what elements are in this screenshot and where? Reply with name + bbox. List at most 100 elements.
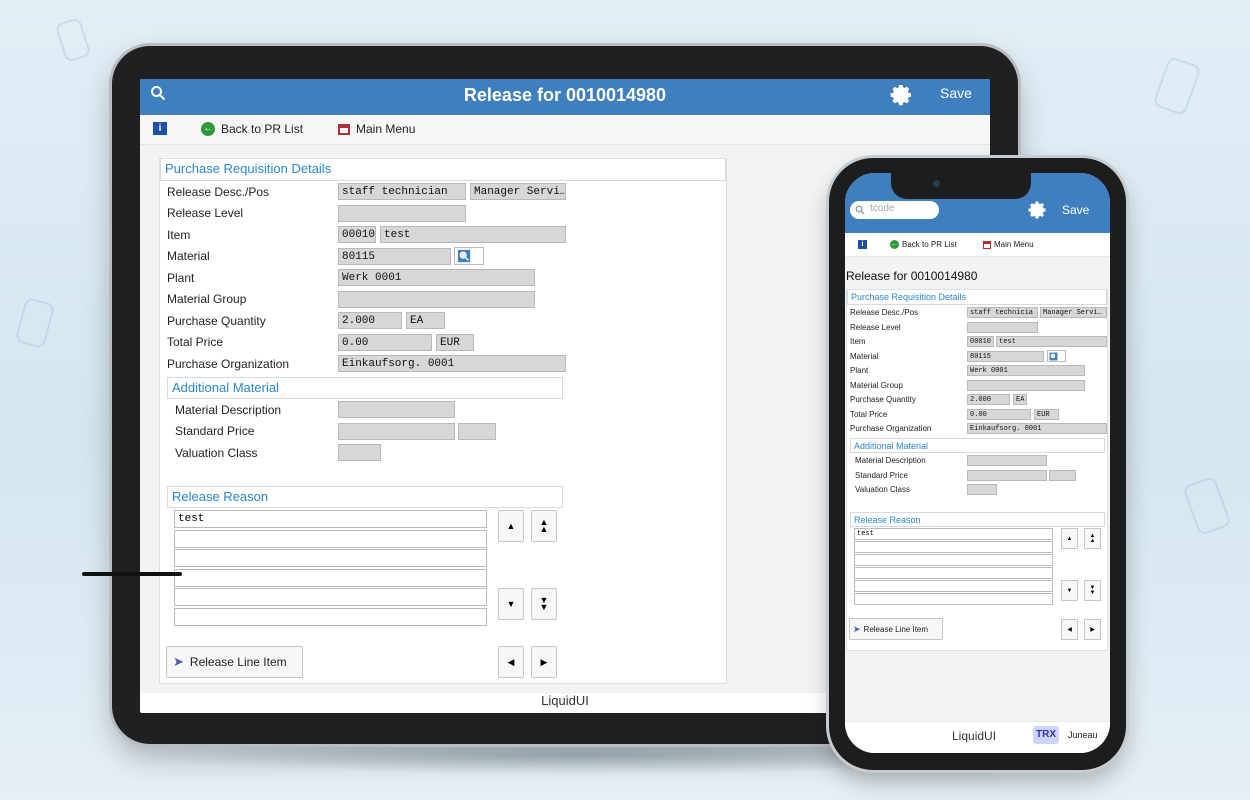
double-caret-down-icon: ▼ ▼: [539, 595, 549, 612]
tcode-input[interactable]: tcode: [850, 201, 939, 219]
material-description-field[interactable]: [967, 455, 1047, 466]
previous-button[interactable]: ◀: [1061, 619, 1078, 640]
scroll-down-button[interactable]: ▼: [1061, 580, 1078, 601]
phone-notch: [891, 173, 1031, 199]
item-number-field[interactable]: 00010: [967, 336, 994, 347]
purchase-quantity-field[interactable]: 2.000: [338, 312, 402, 329]
back-to-pr-list-button[interactable]: ← Back to PR List: [201, 122, 303, 136]
double-caret-up-icon: ▲ ▲: [1089, 532, 1096, 544]
back-to-pr-list-button[interactable]: ← Back to PR List: [890, 240, 957, 249]
info-icon[interactable]: i: [858, 240, 867, 249]
caret-right-icon: ▶: [540, 656, 548, 667]
release-level-field[interactable]: [967, 322, 1038, 333]
release-icon: ➤: [173, 654, 184, 669]
release-desc-pos-field[interactable]: Manager Servi…: [470, 183, 566, 200]
background-phone-glyph: [1152, 55, 1202, 117]
main-menu-button[interactable]: Main Menu: [983, 240, 1034, 249]
purchase-quantity-field[interactable]: 2.000: [967, 394, 1010, 405]
scroll-top-button[interactable]: ▲ ▲: [1084, 528, 1101, 549]
home-indicator[interactable]: [82, 572, 182, 576]
main-menu-icon: [338, 123, 350, 135]
phone-footer: LiquidUI TRX Juneau: [845, 721, 1110, 753]
release-icon: ➤: [853, 623, 861, 634]
material-description-field[interactable]: [338, 401, 455, 418]
scroll-up-button[interactable]: ▲: [1061, 528, 1078, 549]
plant-field[interactable]: Werk 0001: [338, 269, 535, 286]
purchase-organization-label: Purchase Organization: [850, 424, 932, 433]
release-level-label: Release Level: [167, 206, 244, 220]
release-line-item-button[interactable]: ➤ Release Line Item: [166, 646, 303, 678]
standard-price-field[interactable]: [338, 423, 455, 440]
valuation-class-field[interactable]: [967, 484, 997, 495]
material-field[interactable]: 80115: [967, 351, 1044, 362]
total-price-label: Total Price: [850, 410, 888, 419]
standard-price-currency-field[interactable]: [1049, 470, 1076, 481]
purchase-organization-field[interactable]: Einkaufsorg. 0001: [967, 423, 1107, 434]
release-reason-line[interactable]: [854, 541, 1053, 553]
gear-icon[interactable]: [1028, 200, 1048, 220]
release-reason-line[interactable]: [174, 608, 487, 626]
main-menu-button[interactable]: Main Menu: [338, 122, 415, 136]
release-reason-line[interactable]: [174, 549, 487, 567]
total-price-currency-field[interactable]: EUR: [1034, 409, 1059, 420]
release-reason-line[interactable]: [854, 554, 1053, 566]
caret-left-icon: ◀: [1067, 627, 1072, 633]
release-reason-line[interactable]: [854, 580, 1053, 592]
gear-icon[interactable]: [890, 83, 914, 107]
next-button[interactable]: ▶: [1084, 619, 1101, 640]
page-title: Release for 0010014980: [846, 269, 978, 283]
background-phone-glyph: [54, 16, 92, 64]
release-reason-line[interactable]: [854, 593, 1053, 605]
item-text-field[interactable]: test: [996, 336, 1107, 347]
material-group-field[interactable]: [967, 380, 1085, 391]
item-number-field[interactable]: 00010: [338, 226, 376, 243]
previous-button[interactable]: ◀: [498, 646, 524, 678]
item-label: Item: [850, 337, 866, 346]
purchase-quantity-unit-field[interactable]: EA: [406, 312, 445, 329]
release-desc-field[interactable]: staff technician: [338, 183, 466, 200]
release-reason-line[interactable]: [174, 588, 487, 606]
release-level-field[interactable]: [338, 205, 466, 222]
standard-price-field[interactable]: [967, 470, 1047, 481]
material-field[interactable]: 80115: [338, 248, 451, 265]
release-line-item-button[interactable]: ➤ Release Line Item: [849, 618, 943, 640]
release-desc-field[interactable]: staff technicia: [967, 307, 1038, 318]
tcode-placeholder: tcode: [870, 203, 895, 214]
footer-brand: LiquidUI: [952, 729, 997, 743]
release-reason-line[interactable]: [174, 530, 487, 548]
material-search-button[interactable]: [454, 247, 484, 265]
release-reason-line[interactable]: [854, 567, 1053, 579]
total-price-currency-field[interactable]: EUR: [436, 334, 474, 351]
material-group-field[interactable]: [338, 291, 535, 308]
save-button[interactable]: Save: [940, 85, 972, 101]
release-desc-pos-field[interactable]: Manager Servi…: [1040, 307, 1107, 318]
material-group-label: Material Group: [167, 292, 247, 306]
caret-left-icon: ◀: [507, 656, 515, 667]
purchase-organization-field[interactable]: Einkaufsorg. 0001: [338, 355, 566, 372]
material-search-button[interactable]: [1047, 350, 1066, 362]
scroll-bottom-button[interactable]: ▼ ▼: [1084, 580, 1101, 601]
material-label: Material: [167, 249, 210, 263]
trx-badge[interactable]: TRX: [1033, 726, 1059, 744]
scroll-bottom-button[interactable]: ▼ ▼: [531, 588, 557, 620]
valuation-class-field[interactable]: [338, 444, 381, 461]
save-button[interactable]: Save: [1062, 203, 1089, 217]
release-reason-line[interactable]: test: [854, 528, 1053, 540]
total-price-field[interactable]: 0.00: [338, 334, 432, 351]
total-price-field[interactable]: 0.00: [967, 409, 1031, 420]
plant-field[interactable]: Werk 0001: [967, 365, 1085, 376]
search-icon: [855, 205, 865, 215]
scroll-down-button[interactable]: ▼: [498, 588, 524, 620]
next-button[interactable]: ▶: [531, 646, 557, 678]
release-reason-line[interactable]: test: [174, 510, 487, 528]
item-text-field[interactable]: test: [380, 226, 566, 243]
scroll-top-button[interactable]: ▲ ▲: [531, 510, 557, 542]
main-menu-icon: [983, 240, 991, 249]
standard-price-currency-field[interactable]: [458, 423, 496, 440]
purchase-quantity-unit-field[interactable]: EA: [1013, 394, 1027, 405]
release-reason-line[interactable]: [174, 569, 487, 587]
tablet-header: Release for 0010014980 Save: [140, 79, 990, 115]
info-button[interactable]: i: [153, 122, 167, 135]
form-panel: Purchase Requisition Details Release Des…: [159, 158, 727, 684]
scroll-up-button[interactable]: ▲: [498, 510, 524, 542]
